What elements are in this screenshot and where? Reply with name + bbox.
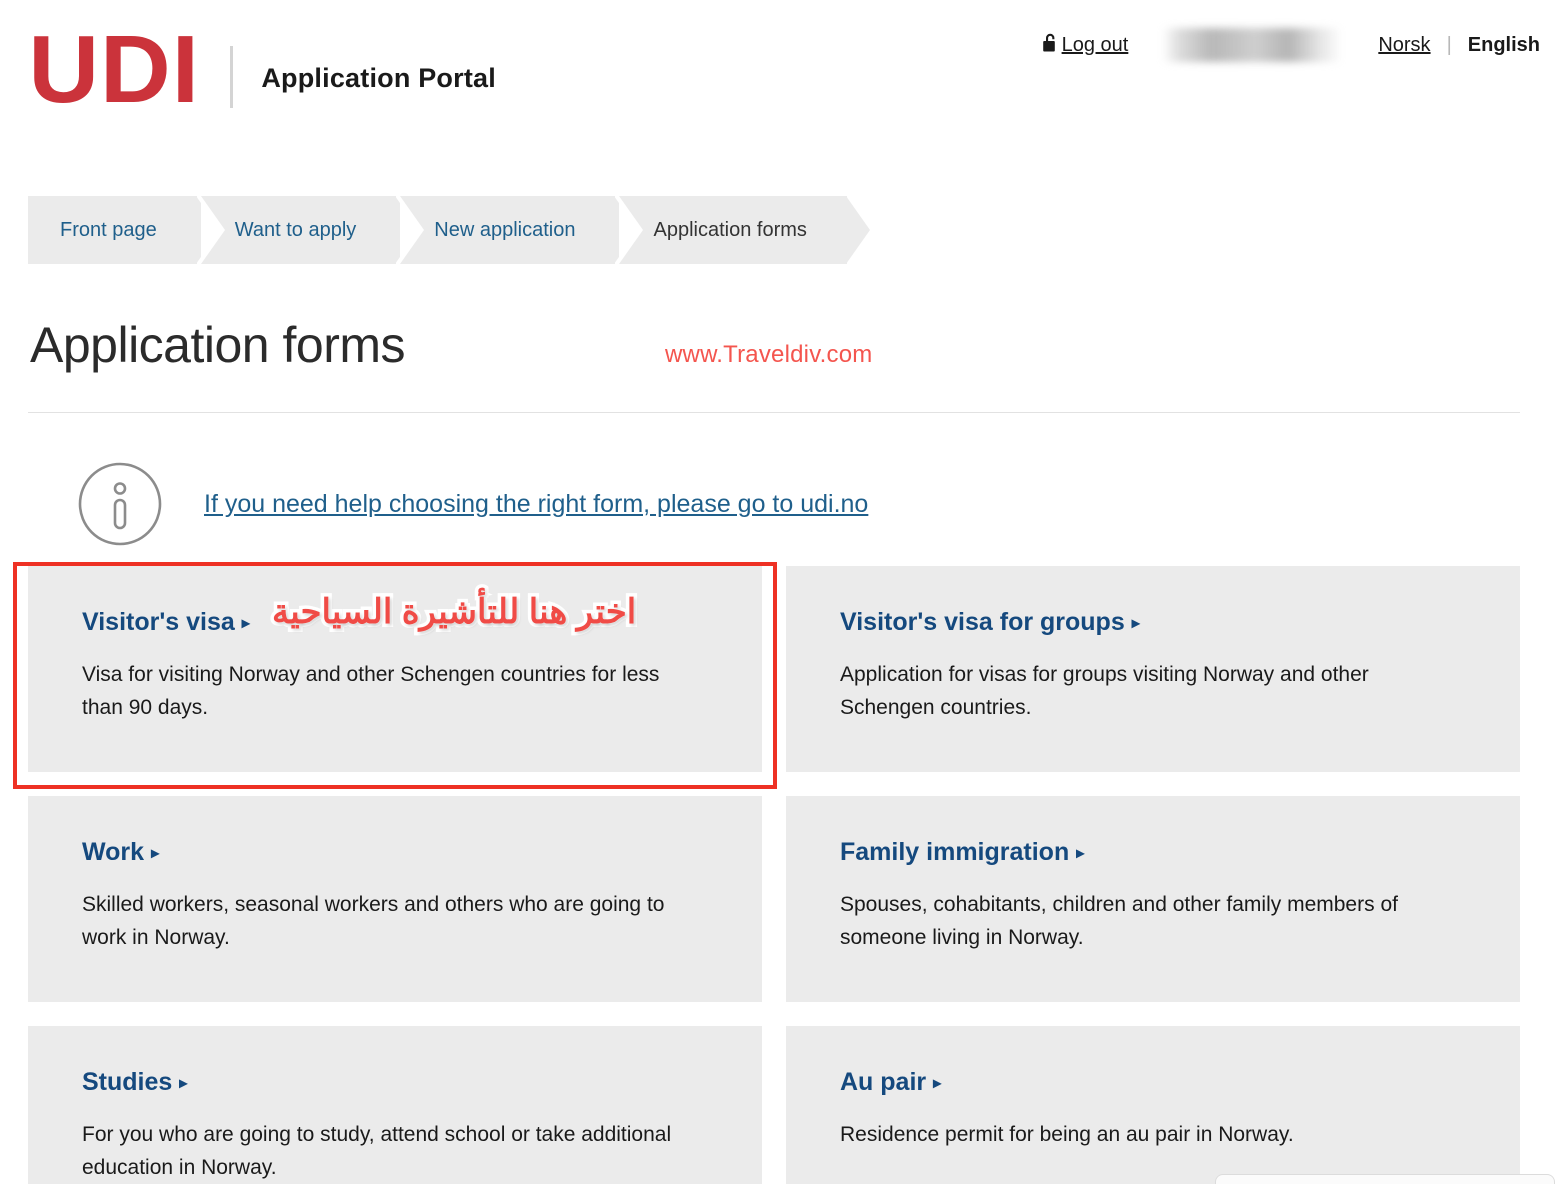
card-title: Au pair ▸ <box>840 1068 941 1097</box>
breadcrumb-item-want-to-apply[interactable]: Want to apply <box>200 196 419 264</box>
language-separator: | <box>1446 33 1452 56</box>
brand-logo[interactable]: UDI Application Portal <box>28 16 496 123</box>
card-description: For you who are going to study, attend s… <box>82 1123 672 1179</box>
udi-logo-text: UDI <box>28 16 201 123</box>
site-header: UDI Application Portal Log out Norsk | E… <box>0 0 1568 160</box>
application-forms-grid: Visitor's visa ▸ Visa for visiting Norwa… <box>28 566 1520 1184</box>
form-card-family-immigration[interactable]: Family immigration ▸ Spouses, cohabitant… <box>786 796 1520 1002</box>
help-info-row: If you need help choosing the right form… <box>78 462 868 546</box>
chevron-right-icon: ▸ <box>933 1074 942 1092</box>
card-description: Spouses, cohabitants, children and other… <box>840 893 1398 949</box>
username-redacted <box>1162 28 1343 62</box>
application-portal-page: UDI Application Portal Log out Norsk | E… <box>0 0 1568 1184</box>
form-card-au-pair[interactable]: Au pair ▸ Residence permit for being an … <box>786 1026 1520 1184</box>
page-title-row: Application forms www.Traveldiv.com <box>30 316 1530 374</box>
card-title: Visitor's visa ▸ <box>82 608 250 637</box>
card-description: Residence permit for being an au pair in… <box>840 1123 1294 1146</box>
watermark: www.Traveldiv.com <box>665 341 873 368</box>
card-title-label: Studies <box>82 1068 173 1096</box>
card-title: Work ▸ <box>82 838 159 867</box>
card-description: Application for visas for groups visitin… <box>840 663 1369 719</box>
help-link[interactable]: If you need help choosing the right form… <box>204 490 868 519</box>
chevron-right-icon: ▸ <box>179 1074 188 1092</box>
breadcrumb-label: Application forms <box>653 218 807 241</box>
bottom-panel[interactable] <box>1215 1174 1555 1184</box>
breadcrumb-item-front-page[interactable]: Front page <box>28 196 220 264</box>
card-title-label: Au pair <box>840 1068 927 1096</box>
form-card-studies[interactable]: Studies ▸ For you who are going to study… <box>28 1026 762 1184</box>
breadcrumb-label: Front page <box>60 218 157 241</box>
header-utility-bar: Log out Norsk | English <box>1042 28 1540 62</box>
card-description: Visa for visiting Norway and other Schen… <box>82 663 660 719</box>
breadcrumb-item-application-forms: Application forms <box>619 196 871 264</box>
logout-button[interactable]: Log out <box>1042 32 1129 58</box>
portal-subtitle: Application Portal <box>261 63 496 94</box>
card-description: Skilled workers, seasonal workers and ot… <box>82 893 665 949</box>
language-link-norsk[interactable]: Norsk <box>1378 34 1430 57</box>
chevron-right-icon: ▸ <box>1076 844 1085 862</box>
card-title-label: Visitor's visa <box>82 608 235 636</box>
breadcrumb-label: New application <box>434 218 576 241</box>
logo-divider <box>230 45 234 108</box>
breadcrumb: Front page Want to apply New application… <box>28 196 871 264</box>
arabic-annotation: اختر هنا للتأشيرة السياحية <box>268 590 639 635</box>
language-link-english[interactable]: English <box>1468 34 1540 57</box>
form-card-visitors-visa-groups[interactable]: Visitor's visa for groups ▸ Application … <box>786 566 1520 772</box>
chevron-right-icon: ▸ <box>241 614 250 632</box>
breadcrumb-label: Want to apply <box>234 218 357 241</box>
breadcrumb-item-new-application[interactable]: New application <box>400 196 639 264</box>
card-title-label: Family immigration <box>840 838 1070 866</box>
card-title: Studies ▸ <box>82 1068 187 1097</box>
chevron-right-icon: ▸ <box>151 844 160 862</box>
form-card-work[interactable]: Work ▸ Skilled workers, seasonal workers… <box>28 796 762 1002</box>
open-lock-icon <box>1042 32 1060 58</box>
info-circle-icon <box>78 462 162 546</box>
card-title: Family immigration ▸ <box>840 838 1084 867</box>
chevron-right-icon: ▸ <box>1131 614 1140 632</box>
card-title: Visitor's visa for groups ▸ <box>840 608 1140 637</box>
page-title: Application forms <box>30 317 406 373</box>
title-divider <box>28 412 1520 413</box>
card-title-label: Work <box>82 838 145 866</box>
card-title-label: Visitor's visa for groups <box>840 608 1125 636</box>
logout-label: Log out <box>1061 33 1129 56</box>
